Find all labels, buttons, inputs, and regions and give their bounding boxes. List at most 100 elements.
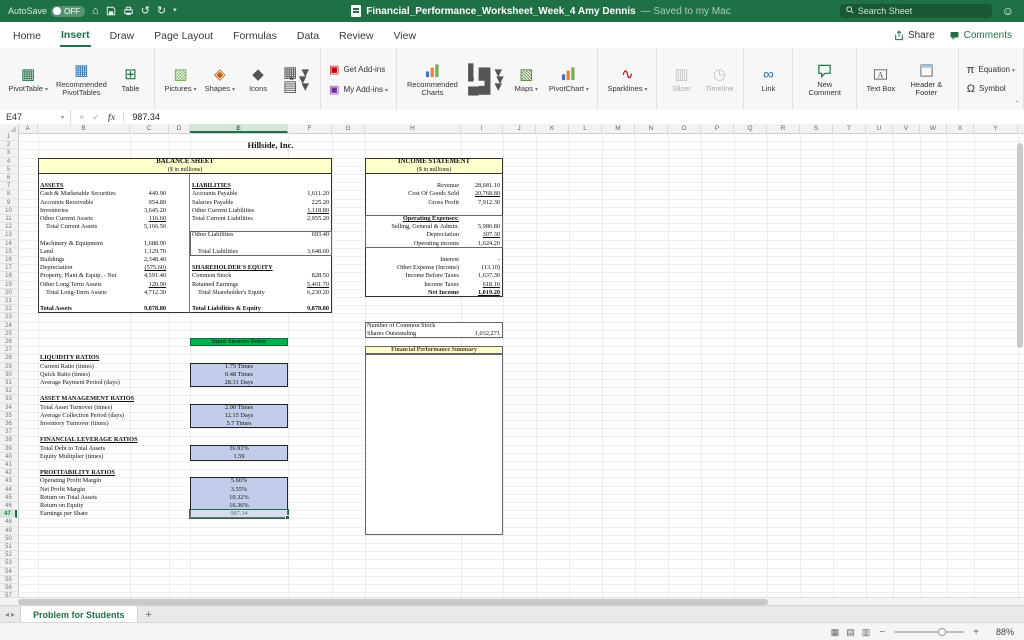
cell-B39[interactable]: Total Debt to Total Assets — [38, 445, 130, 453]
cell-C18[interactable]: 4,591.40 — [130, 272, 169, 280]
cell-B33[interactable]: ASSET MANAGEMENT RATIOS — [38, 395, 130, 403]
ribbon-item-recommended-charts[interactable]: Recommended Charts — [403, 59, 462, 99]
row-header-38[interactable]: 38 — [0, 436, 17, 444]
cell-H24[interactable]: Number of Common Stock — [365, 322, 461, 330]
column-header-X[interactable]: X — [947, 124, 974, 133]
row-header-1[interactable]: 1 — [0, 133, 17, 141]
ribbon-item-chart-grid[interactable]: ▌▆ ▾◔ ∿ ▾▄▟ ▾ — [464, 67, 507, 92]
toolbar-chevron-icon[interactable]: ▾ — [173, 0, 177, 22]
cell-B22[interactable]: Total Assets — [38, 305, 130, 313]
share-button[interactable]: Share — [894, 30, 935, 41]
comments-button[interactable]: Comments — [949, 30, 1012, 41]
select-all-corner[interactable] — [0, 124, 19, 133]
active-cell-selection[interactable] — [189, 509, 289, 519]
column-header-D[interactable]: D — [169, 124, 190, 133]
cell-F9[interactable]: 225.20 — [288, 199, 332, 207]
cell-B4[interactable]: BALANCE SHEET — [38, 158, 332, 166]
row-header-32[interactable]: 32 — [0, 387, 17, 395]
cell-I12[interactable]: 5,980.80 — [461, 223, 503, 231]
cell-B28[interactable]: LIQUIDITY RATIOS — [38, 354, 130, 362]
row-header-53[interactable]: 53 — [0, 559, 17, 567]
row-header-50[interactable]: 50 — [0, 535, 17, 543]
cell-F15[interactable]: 3,648.60 — [288, 248, 332, 256]
cell-C9[interactable]: 954.80 — [130, 199, 169, 207]
column-header-O[interactable]: O — [668, 124, 701, 133]
search-input[interactable]: Search Sheet — [840, 4, 992, 18]
cell-B30[interactable]: Quick Ratio (times) — [38, 371, 130, 379]
cell-I9[interactable]: 7,912.30 — [461, 199, 503, 207]
ribbon-item-text-box[interactable]: AText Box — [863, 63, 899, 95]
column-header-B[interactable]: B — [38, 124, 130, 133]
cell-F8[interactable]: 1,611.20 — [288, 190, 332, 198]
ribbon-item-table[interactable]: ⊞Table — [112, 63, 148, 95]
cell-C8[interactable]: 449.90 — [130, 190, 169, 198]
cell-E39[interactable]: 36.93% — [190, 445, 288, 453]
column-header-H[interactable]: H — [365, 124, 461, 133]
cell-E11[interactable]: Total Current Liabilities — [190, 215, 288, 223]
tab-data[interactable]: Data — [296, 25, 320, 46]
insert-function-icon[interactable]: fx — [108, 112, 116, 122]
cell-C17[interactable]: (575.60) — [130, 264, 169, 272]
row-header-14[interactable]: 14 — [0, 240, 17, 248]
cell-E15[interactable]: Total Liabilities — [190, 248, 288, 256]
column-header-V[interactable]: V — [893, 124, 920, 133]
cell-B47[interactable]: Earnings per Share — [38, 510, 130, 518]
ribbon-item-pivotchart[interactable]: PivotChart▾ — [546, 63, 591, 96]
row-header-47[interactable]: 47 — [0, 510, 17, 518]
cell-H13[interactable]: Depreciation — [365, 231, 461, 239]
cell-B36[interactable]: Inventory Turnover (times) — [38, 420, 130, 428]
ribbon-item-my-add-ins[interactable]: ▣My Add-ins▾ — [327, 82, 390, 97]
row-header-29[interactable]: 29 — [0, 363, 17, 371]
ribbon-item-shapes[interactable]: ◈Shapes▾ — [202, 63, 238, 96]
cell-C19[interactable]: 120.90 — [130, 281, 169, 289]
cell-B16[interactable]: Buildings — [38, 256, 130, 264]
ribbon-item-sparklines[interactable]: ∿Sparklines▾ — [604, 63, 650, 96]
cell-E36[interactable]: 5.7 Times — [190, 420, 288, 428]
row-header-10[interactable]: 10 — [0, 207, 17, 215]
cell-H9[interactable]: Gross Profit — [365, 199, 461, 207]
column-header-G[interactable]: G — [332, 124, 365, 133]
cell-B35[interactable]: Average Collection Period (days) — [38, 412, 130, 420]
tab-draw[interactable]: Draw — [109, 25, 136, 46]
row-header-26[interactable]: 26 — [0, 338, 17, 346]
cell-F19[interactable]: 5,401.70 — [288, 281, 332, 289]
row-header-4[interactable]: 4 — [0, 158, 17, 166]
cell-I25[interactable]: 1,032,271 — [461, 330, 503, 338]
row-header-22[interactable]: 22 — [0, 305, 17, 313]
row-header-19[interactable]: 19 — [0, 281, 17, 289]
page-layout-view-icon[interactable]: ▤ — [846, 627, 855, 638]
column-header-Y[interactable]: Y — [974, 124, 1018, 133]
column-header-Q[interactable]: Q — [734, 124, 767, 133]
page-break-view-icon[interactable]: ▥ — [862, 627, 871, 638]
ribbon-collapse-icon[interactable]: ⌃ — [1014, 100, 1020, 108]
redo-icon[interactable]: ↻ — [157, 0, 166, 22]
feedback-smiley-icon[interactable]: ☺ — [1002, 4, 1014, 18]
cell-H4[interactable]: INCOME STATEMENT — [365, 158, 503, 166]
row-header-49[interactable]: 49 — [0, 527, 17, 535]
home-icon[interactable]: ⌂ — [92, 0, 99, 22]
cell-E22[interactable]: Total Liabilities & Equity — [190, 305, 288, 313]
ribbon-item-maps[interactable]: ▧Maps▾ — [508, 63, 544, 96]
cell-B45[interactable]: Return on Total Assets — [38, 494, 130, 502]
formula-bar-value[interactable]: 987.34 — [124, 112, 160, 122]
row-header-15[interactable]: 15 — [0, 248, 17, 256]
row-header-56[interactable]: 56 — [0, 584, 17, 592]
cell-H5[interactable]: ($ in millions) — [365, 166, 503, 174]
cell-I18[interactable]: 1,637.30 — [461, 272, 503, 280]
cell-B44[interactable]: Net Profit Margin — [38, 486, 130, 494]
cell-H16[interactable]: Interest — [365, 256, 461, 264]
row-header-24[interactable]: 24 — [0, 322, 17, 330]
cell-E45[interactable]: 10.32% — [190, 494, 288, 502]
cell-E43[interactable]: 5.66% — [190, 477, 288, 485]
cell-E7[interactable]: LIABILITIES — [190, 182, 288, 190]
column-header-F[interactable]: F — [288, 124, 332, 133]
cell-I20[interactable]: 1,019.20 — [461, 289, 503, 297]
row-header-46[interactable]: 46 — [0, 502, 17, 510]
cell-C10[interactable]: 3,645.20 — [130, 207, 169, 215]
row-header-17[interactable]: 17 — [0, 264, 17, 272]
cell-H17[interactable]: Other Expense (Income) — [365, 264, 461, 272]
cell-H7[interactable]: Revenue — [365, 182, 461, 190]
vertical-scroll-thumb[interactable] — [1017, 143, 1023, 348]
row-header-51[interactable]: 51 — [0, 543, 17, 551]
cell-C12[interactable]: 5,166.50 — [130, 223, 169, 231]
